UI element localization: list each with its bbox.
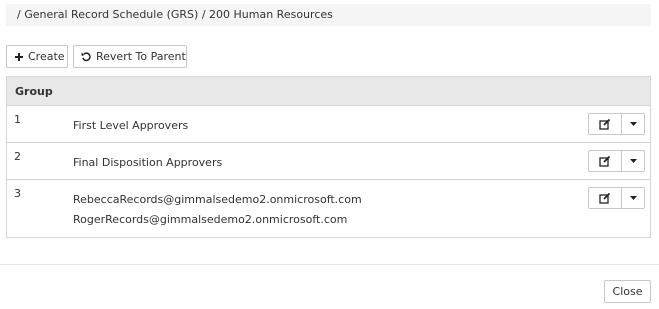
caret-down-icon	[629, 159, 637, 163]
breadcrumb: / General Record Schedule (GRS) / 200 Hu…	[6, 4, 651, 26]
revert-to-parent-button[interactable]: Revert To Parent	[73, 45, 187, 68]
undo-icon	[81, 51, 92, 62]
row-number: 1	[14, 113, 21, 126]
edit-icon	[599, 155, 611, 167]
table-row: 2 Final Disposition Approvers	[7, 143, 650, 180]
row-label: First Level Approvers	[73, 119, 189, 132]
edit-icon	[599, 118, 611, 130]
caret-down-icon	[629, 196, 637, 200]
row-label: RebeccaRecords@gimmalsedemo2.onmicrosoft…	[73, 193, 362, 206]
footer-divider	[0, 264, 659, 265]
row-actions	[588, 150, 645, 172]
revert-button-label: Revert To Parent	[96, 50, 186, 63]
groups-table: Group 1 First Level Approvers 2 Final Di…	[6, 76, 651, 238]
row-label: RogerRecords@gimmalsedemo2.onmicrosoft.c…	[73, 213, 348, 226]
create-button-label: Create	[28, 50, 65, 63]
close-button[interactable]: Close	[604, 280, 651, 303]
edit-icon	[599, 192, 611, 204]
row-number: 2	[14, 150, 21, 163]
plus-icon	[14, 52, 24, 62]
row-actions	[588, 113, 645, 135]
edit-button[interactable]	[589, 114, 622, 134]
row-number: 3	[14, 187, 21, 200]
caret-down-icon	[629, 122, 637, 126]
table-header-group: Group	[7, 77, 650, 106]
row-dropdown-toggle[interactable]	[622, 114, 644, 134]
table-row: 1 First Level Approvers	[7, 106, 650, 143]
row-label: Final Disposition Approvers	[73, 156, 223, 169]
row-dropdown-toggle[interactable]	[622, 188, 644, 208]
table-row: 3 RebeccaRecords@gimmalsedemo2.onmicroso…	[7, 180, 650, 237]
toolbar: Create Revert To Parent	[6, 45, 187, 68]
edit-button[interactable]	[589, 151, 622, 171]
create-button[interactable]: Create	[6, 45, 68, 68]
edit-button[interactable]	[589, 188, 622, 208]
row-actions	[588, 187, 645, 209]
row-dropdown-toggle[interactable]	[622, 151, 644, 171]
